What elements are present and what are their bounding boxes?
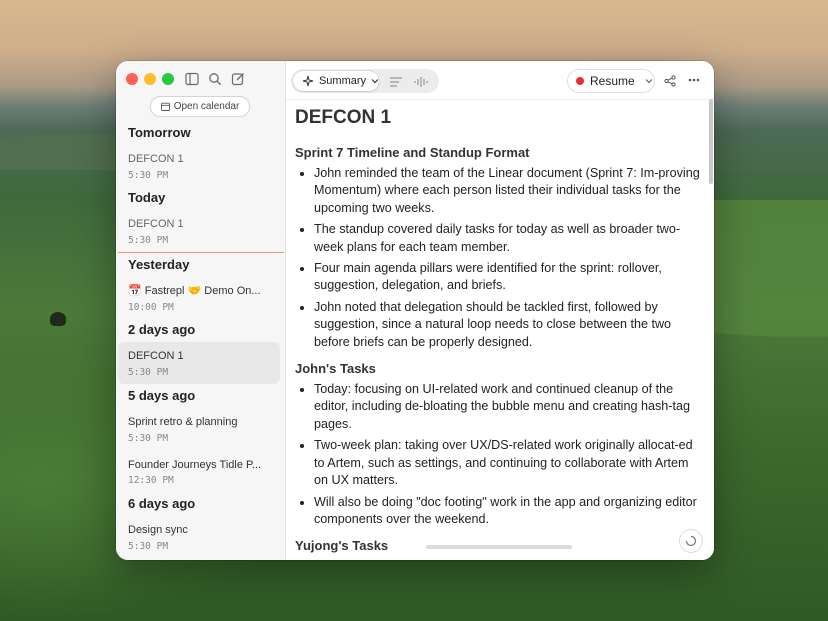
chevron-down-icon[interactable] <box>645 78 653 84</box>
note-item-time: 10:00 PM <box>128 302 174 313</box>
bullet-item: John reminded the team of the Linear doc… <box>314 165 703 217</box>
bullet-item: Will also be doing "doc footing" work in… <box>314 494 703 529</box>
sparkle-icon <box>302 75 314 87</box>
sidebar: Open calendar Tomorrow DEFCON 1 5:30 PM … <box>116 61 286 560</box>
main-pane: Summary Resume DEFCON 1 Sprint 7 Timelin… <box>286 61 714 560</box>
section-title-6-days-ago: 6 days ago <box>128 496 196 511</box>
resize-handle[interactable] <box>426 545 572 549</box>
more-options-icon[interactable] <box>688 78 700 82</box>
view-mode-switcher: Summary <box>291 69 439 93</box>
bullet-item: The standup covered daily tasks for toda… <box>314 221 703 256</box>
section-title-5-days-ago: 5 days ago <box>128 388 196 403</box>
bullet-item: Today: focusing on UI-related work and c… <box>314 381 703 433</box>
bullet-list: Today: focusing on UI-related work and c… <box>295 381 703 528</box>
note-item-time: 5:30 PM <box>128 541 169 552</box>
current-time-indicator <box>118 252 284 253</box>
bullet-item: Four main agenda pillars were identified… <box>314 260 703 295</box>
text-lines-icon[interactable] <box>388 76 404 88</box>
note-item-time: 5:30 PM <box>128 170 169 181</box>
bullet-item: Two-week plan: taking over UX/DS-related… <box>314 437 703 489</box>
toolbar-divider <box>286 99 714 100</box>
note-item-time: 12:30 PM <box>128 475 174 486</box>
calendar-icon <box>160 102 170 111</box>
note-item-title[interactable]: 📅 Fastrepl 🤝 Demo On... <box>128 284 278 297</box>
sidebar-toggle-icon[interactable] <box>185 72 199 86</box>
section-title-2-days-ago: 2 days ago <box>128 322 196 337</box>
resume-label: Resume <box>590 74 635 88</box>
note-item-time: 5:30 PM <box>128 235 169 246</box>
zoom-window-button[interactable] <box>162 73 174 85</box>
note-item-title[interactable]: Design sync <box>128 524 278 536</box>
new-note-icon[interactable] <box>231 72 245 86</box>
note-title[interactable]: DEFCON 1 <box>295 107 703 129</box>
section-title-today: Today <box>128 190 166 205</box>
bullet-item: John noted that delegation should be tac… <box>314 299 703 351</box>
loading-spinner-button[interactable] <box>679 529 703 553</box>
note-editor[interactable]: DEFCON 1 Sprint 7 Timeline and Standup F… <box>295 107 703 553</box>
share-icon[interactable] <box>664 75 676 87</box>
resume-recording-button[interactable]: Resume <box>567 69 655 93</box>
spinner-icon <box>685 535 697 547</box>
section-heading: John's Tasks <box>295 361 376 377</box>
app-window: Open calendar Tomorrow DEFCON 1 5:30 PM … <box>116 61 714 560</box>
note-item-time: 5:30 PM <box>128 367 169 378</box>
note-item-title[interactable]: Sprint retro & planning <box>128 416 278 428</box>
section-title-tomorrow: Tomorrow <box>128 125 191 140</box>
scrollbar-thumb[interactable] <box>709 99 713 184</box>
minimize-window-button[interactable] <box>144 73 156 85</box>
section-heading: Sprint 7 Timeline and Standup Format <box>295 145 530 160</box>
close-window-button[interactable] <box>126 73 138 85</box>
note-item-time: 5:30 PM <box>128 433 169 444</box>
open-calendar-label: Open calendar <box>173 101 240 112</box>
note-item-title[interactable]: DEFCON 1 <box>128 350 278 362</box>
note-item-title[interactable]: Founder Journeys Tidle P... <box>128 459 278 471</box>
note-item-title[interactable]: DEFCON 1 <box>128 153 278 165</box>
section-title-yesterday: Yesterday <box>128 257 190 272</box>
waveform-icon[interactable] <box>413 76 429 88</box>
bullet-list: John reminded the team of the Linear doc… <box>295 165 703 351</box>
chevron-down-icon <box>371 79 379 84</box>
distant-tree <box>50 312 66 326</box>
record-dot-icon <box>576 77 584 85</box>
search-icon[interactable] <box>208 72 222 86</box>
open-calendar-button[interactable]: Open calendar <box>150 96 250 117</box>
summary-label: Summary <box>318 75 367 87</box>
summary-tab[interactable]: Summary <box>293 71 379 91</box>
note-item-title[interactable]: DEFCON 1 <box>128 218 278 230</box>
